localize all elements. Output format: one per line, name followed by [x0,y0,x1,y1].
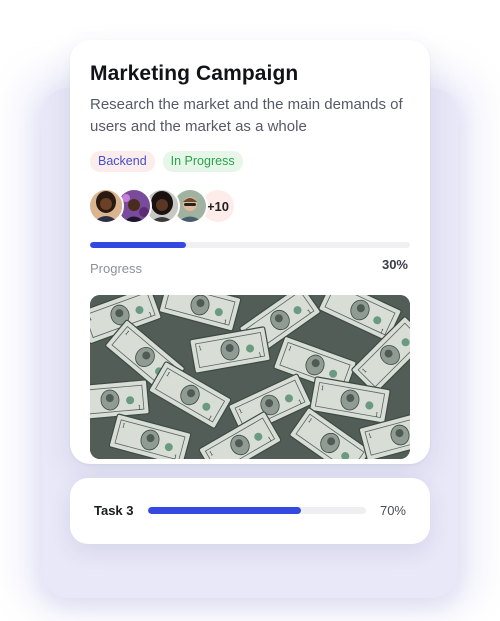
avatar[interactable] [88,188,124,224]
progress-label: Progress [90,261,143,276]
tag-in-progress[interactable]: In Progress [162,151,243,172]
task-percent: 70% [379,503,406,518]
card-description: Research the market and the main demands… [90,96,403,135]
task-progress-bar [148,507,366,514]
card-title: Marketing Campaign [90,62,299,85]
task-card[interactable]: Task 3 70% [70,478,430,544]
progress-bar-fill [90,242,186,248]
task-progress-bar-fill [148,507,301,514]
task-label: Task 3 [94,503,134,518]
project-card[interactable]: Marketing Campaign Research the market a… [70,40,430,464]
dollar-bills-image: 1 1 [90,295,410,459]
tag-list: Backend In Progress [90,151,243,172]
tag-backend[interactable]: Backend [90,151,155,172]
member-avatars: +10 [88,188,236,224]
progress-bar [90,242,410,248]
progress-percent: 30% [381,257,408,272]
stage: Marketing Campaign Research the market a… [0,0,500,621]
